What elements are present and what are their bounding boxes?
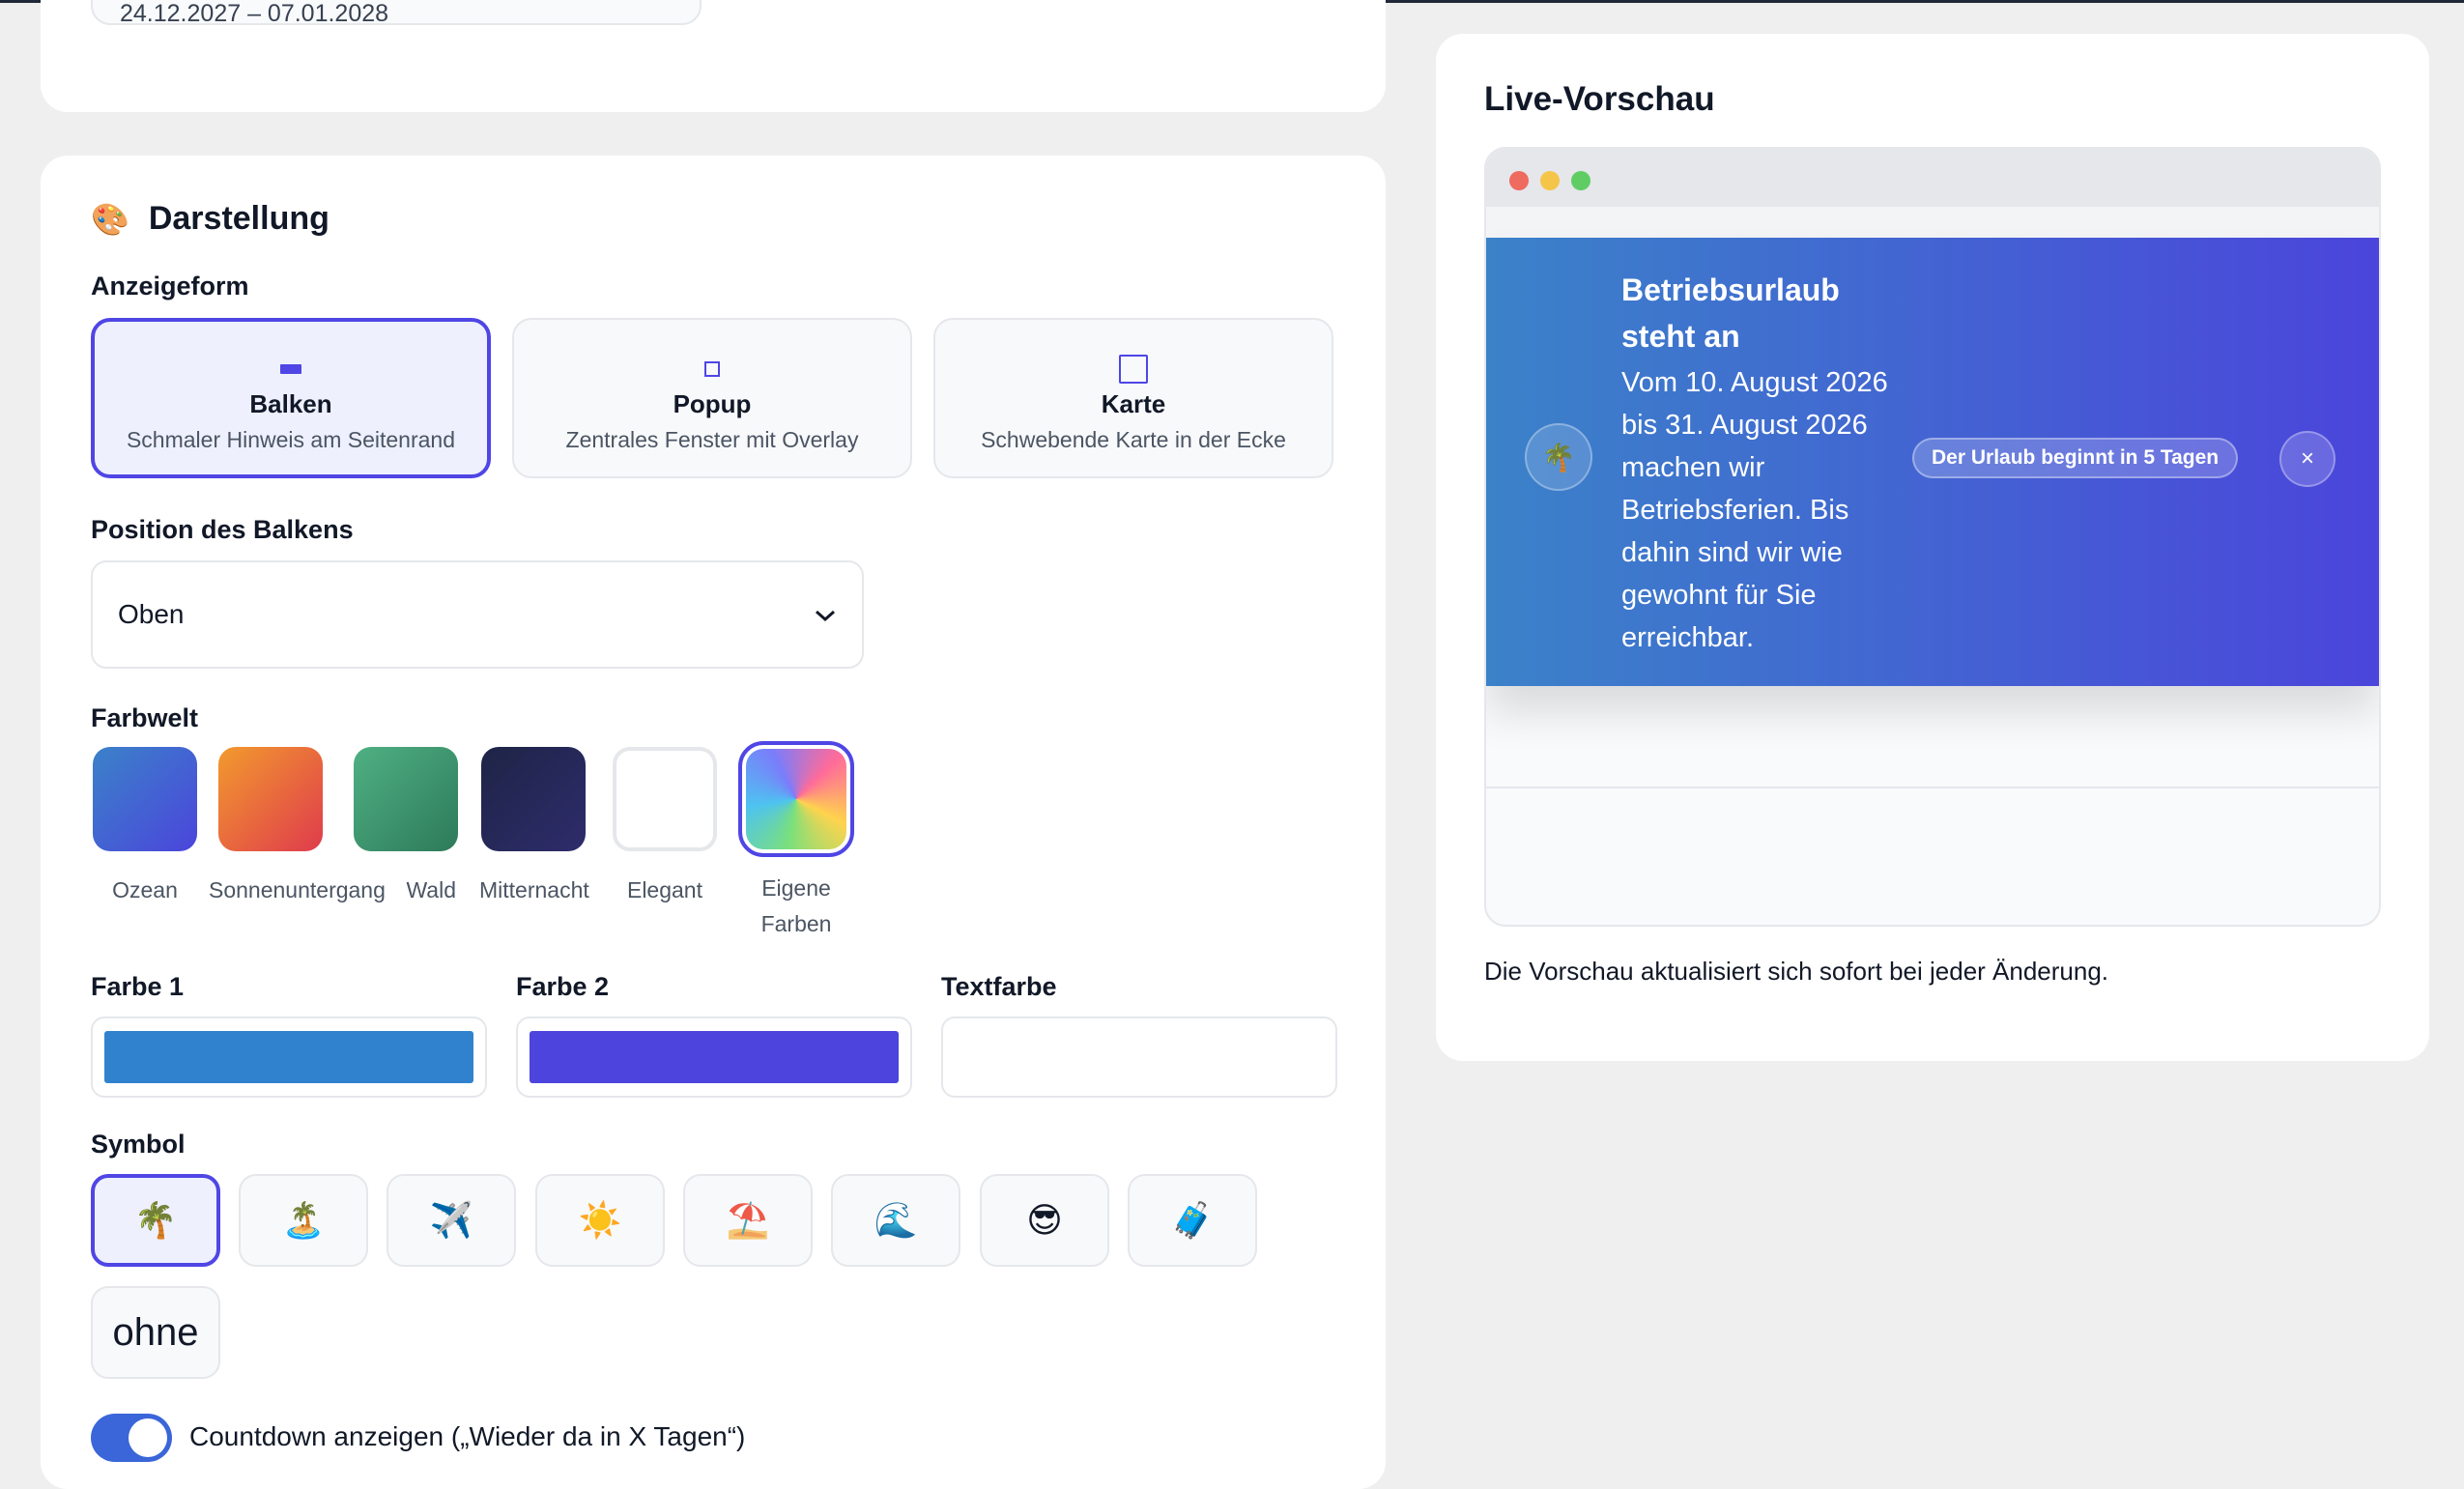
mode-description: Schmaler Hinweis am Seitenrand bbox=[126, 427, 456, 452]
preview-card: Live-Vorschau 🌴 Betriebsurlaub steht an … bbox=[1436, 34, 2429, 1061]
beach-umbrella-icon: ⛱️ bbox=[726, 1200, 770, 1240]
airplane-icon: ✈️ bbox=[429, 1200, 473, 1240]
symbol-sunglasses[interactable]: 😎 bbox=[980, 1174, 1109, 1267]
mode-title: Balken bbox=[249, 389, 332, 418]
close-dot bbox=[1509, 171, 1529, 190]
mode-title: Popup bbox=[673, 389, 752, 418]
swatch-mitternacht-item: Mitternacht bbox=[479, 747, 589, 908]
color1-picker[interactable] bbox=[91, 1017, 487, 1098]
palm-tree-icon: 🌴 bbox=[1525, 423, 1592, 491]
maximize-dot bbox=[1571, 171, 1590, 190]
wave-icon: 🌊 bbox=[874, 1200, 918, 1240]
preview-banner: 🌴 Betriebsurlaub steht an Vom 10. August… bbox=[1486, 238, 2379, 686]
textcolor-picker[interactable] bbox=[941, 1017, 1337, 1098]
swatch-label: Eigene Farben bbox=[760, 875, 832, 936]
swatch-label: Wald bbox=[406, 877, 456, 902]
island-icon: 🏝️ bbox=[281, 1200, 326, 1240]
preview-title: Live-Vorschau bbox=[1484, 80, 1715, 118]
symbol-label: Symbol bbox=[91, 1130, 186, 1159]
position-select[interactable]: Oben bbox=[91, 560, 864, 669]
banner-text: Betriebsurlaub steht an Vom 10. August 2… bbox=[1621, 267, 1902, 659]
swatch-label: Sonnenuntergang bbox=[209, 877, 386, 902]
minimize-dot bbox=[1540, 171, 1560, 190]
swatch-label: Mitternacht bbox=[479, 877, 589, 902]
banner-body: Vom 10. August 2026 bis 31. August 2026 … bbox=[1621, 367, 1888, 653]
close-icon[interactable]: × bbox=[2279, 431, 2335, 487]
symbol-wave[interactable]: 🌊 bbox=[831, 1174, 960, 1267]
preview-note: Die Vorschau aktualisiert sich sofort be… bbox=[1484, 957, 2109, 986]
swatch-eigene-item: Eigene Farben bbox=[738, 741, 854, 942]
browser-address-area bbox=[1486, 207, 2379, 238]
card-icon bbox=[935, 355, 1332, 384]
chevron-down-icon bbox=[814, 599, 837, 630]
mode-description: Zentrales Fenster mit Overlay bbox=[565, 427, 859, 452]
swatch-sonnenuntergang-item: Sonnenuntergang bbox=[209, 747, 386, 908]
countdown-toggle[interactable] bbox=[91, 1414, 172, 1462]
browser-mockup: 🌴 Betriebsurlaub steht an Vom 10. August… bbox=[1484, 147, 2381, 927]
mode-karte[interactable]: Karte Schwebende Karte in der Ecke bbox=[933, 318, 1333, 478]
symbol-airplane[interactable]: ✈️ bbox=[387, 1174, 516, 1267]
mode-popup[interactable]: Popup Zentrales Fenster mit Overlay bbox=[512, 318, 912, 478]
symbol-beach-umbrella[interactable]: ⛱️ bbox=[683, 1174, 813, 1267]
textcolor-label: Textfarbe bbox=[941, 972, 1057, 1001]
palette-icon: 🎨 bbox=[91, 201, 129, 237]
symbol-none[interactable]: ohne bbox=[91, 1286, 220, 1379]
date-range-field[interactable]: 24.12.2027 – 07.01.2028 bbox=[91, 0, 702, 27]
section-title-text: Darstellung bbox=[148, 200, 329, 237]
mode-title: Karte bbox=[1101, 389, 1166, 418]
section-title: 🎨 Darstellung bbox=[91, 200, 329, 238]
toggle-knob bbox=[129, 1418, 167, 1457]
mode-balken[interactable]: Balken Schmaler Hinweis am Seitenrand bbox=[91, 318, 491, 478]
swatch-wald-item: Wald bbox=[352, 747, 460, 908]
banner-heading: Betriebsurlaub steht an bbox=[1621, 272, 1840, 354]
popup-icon bbox=[514, 355, 910, 384]
browser-chrome bbox=[1486, 149, 2379, 207]
countdown-pill: Der Urlaub beginnt in 5 Tagen bbox=[1912, 438, 2239, 478]
mode-description: Schwebende Karte in der Ecke bbox=[981, 427, 1286, 452]
anzeigeform-label: Anzeigeform bbox=[91, 272, 249, 301]
swatch-elegant-item: Elegant bbox=[611, 747, 719, 908]
textcolor-fill bbox=[955, 1031, 1324, 1083]
swatch-eigene-farben[interactable] bbox=[738, 741, 854, 857]
swatch-label: Elegant bbox=[626, 877, 702, 902]
symbol-sun[interactable]: ☀️ bbox=[535, 1174, 665, 1267]
symbol-none-label: ohne bbox=[112, 1310, 199, 1354]
swatch-ozean-item: Ozean bbox=[91, 747, 199, 908]
palm-tree-icon: 🌴 bbox=[133, 1200, 178, 1240]
countdown-label: Countdown anzeigen („Wieder da in X Tage… bbox=[189, 1421, 746, 1451]
color2-label: Farbe 2 bbox=[516, 972, 610, 1001]
farbwelt-label: Farbwelt bbox=[91, 703, 199, 732]
sunglasses-icon: 😎 bbox=[1026, 1200, 1063, 1240]
swatch-ozean[interactable] bbox=[93, 747, 197, 851]
swatch-sonnenuntergang[interactable] bbox=[218, 747, 323, 851]
swatch-mitternacht[interactable] bbox=[481, 747, 586, 851]
symbol-island[interactable]: 🏝️ bbox=[239, 1174, 368, 1267]
swatch-label: Ozean bbox=[112, 877, 178, 902]
swatch-elegant[interactable] bbox=[613, 747, 717, 851]
page-divider bbox=[1486, 787, 2379, 788]
color2-fill bbox=[530, 1031, 899, 1083]
darstellung-card: 🎨 Darstellung Anzeigeform Balken Schmale… bbox=[41, 156, 1386, 1489]
position-select-value: Oben bbox=[118, 599, 185, 629]
symbol-luggage[interactable]: 🧳 bbox=[1128, 1174, 1257, 1267]
color2-picker[interactable] bbox=[516, 1017, 912, 1098]
position-label: Position des Balkens bbox=[91, 515, 354, 544]
dates-card: 24.12.2027 – 07.01.2028 bbox=[41, 0, 1386, 112]
luggage-icon: 🧳 bbox=[1170, 1200, 1215, 1240]
sun-icon: ☀️ bbox=[578, 1200, 622, 1240]
swatch-wald[interactable] bbox=[354, 747, 458, 851]
color1-label: Farbe 1 bbox=[91, 972, 185, 1001]
date-range-value: 24.12.2027 – 07.01.2028 bbox=[120, 0, 389, 27]
bar-icon bbox=[95, 355, 487, 384]
color1-fill bbox=[104, 1031, 473, 1083]
symbol-palm-tree[interactable]: 🌴 bbox=[91, 1174, 220, 1267]
